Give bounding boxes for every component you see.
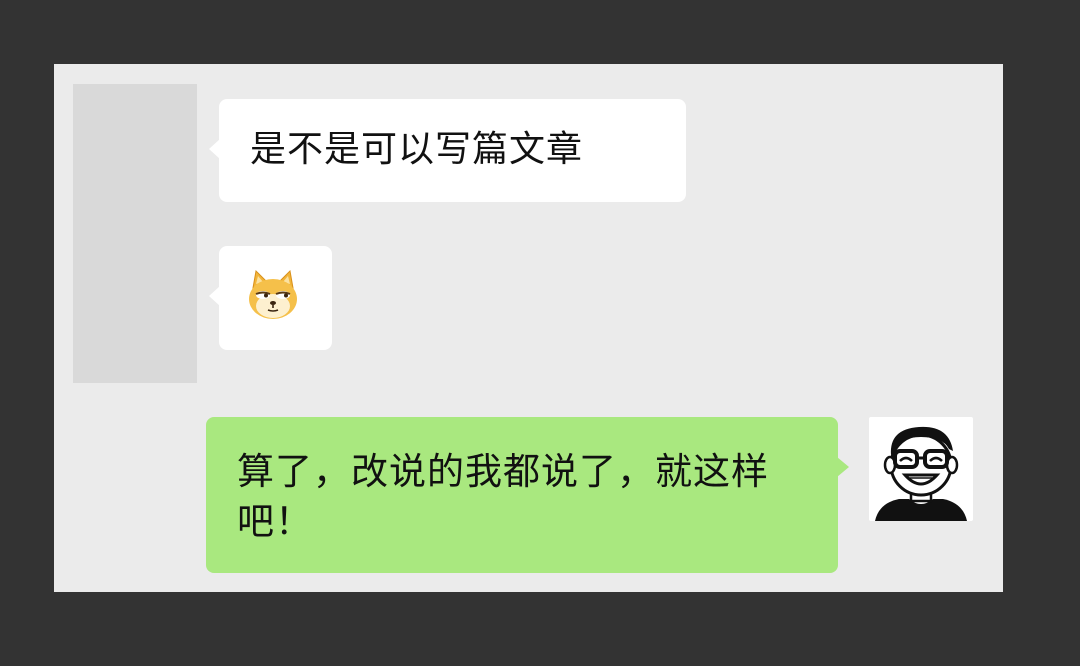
contact-avatar-redacted[interactable] bbox=[73, 84, 197, 383]
incoming-emoji-bubble[interactable] bbox=[209, 246, 332, 350]
cartoon-face-avatar-icon bbox=[875, 426, 967, 521]
doge-emoji-icon bbox=[249, 269, 297, 319]
outgoing-message-bubble[interactable]: 算了，改说的我都说了，就这样吧！ bbox=[206, 417, 849, 573]
message-text: 算了，改说的我都说了，就这样吧！ bbox=[237, 450, 769, 543]
user-avatar[interactable] bbox=[869, 417, 973, 521]
chat-panel: 是不是可以写篇文章 算了，改说的我都说了，就这样吧！ bbox=[54, 64, 1003, 592]
incoming-message-bubble[interactable]: 是不是可以写篇文章 bbox=[209, 99, 686, 202]
message-text: 是不是可以写篇文章 bbox=[250, 129, 584, 170]
